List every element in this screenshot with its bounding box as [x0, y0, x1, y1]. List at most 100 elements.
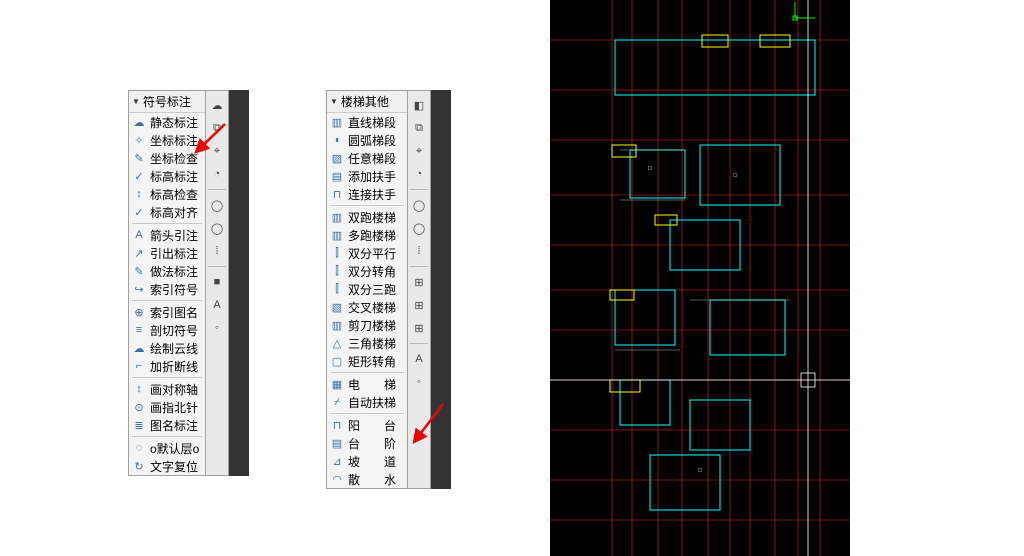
tool-item[interactable]: ↗引出标注	[129, 244, 205, 262]
tool-item[interactable]: ⫿双分转角	[327, 262, 407, 280]
tool-icon: ▤	[330, 436, 344, 450]
tool-item[interactable]: ◠散 水	[327, 470, 407, 488]
tool-label: 连接扶手	[348, 186, 396, 203]
tool-label: o默认层o	[150, 440, 199, 457]
tool-label: 交叉楼梯	[348, 299, 396, 316]
tool-item[interactable]: ✧坐标标注	[129, 131, 205, 149]
tool-item[interactable]: ≡剖切符号	[129, 321, 205, 339]
tool-item[interactable]: ▥ 双跑楼梯	[327, 208, 407, 226]
tool-item[interactable]: ▥多跑楼梯	[327, 226, 407, 244]
separator	[330, 372, 404, 373]
side-tool-button[interactable]: ⊞	[409, 318, 429, 338]
tool-label: 三角楼梯	[348, 335, 396, 352]
tool-item[interactable]: ✓ 标高对齐	[129, 203, 205, 221]
side-tool-button[interactable]: ◦	[409, 372, 429, 392]
side-tool-button[interactable]: A	[409, 349, 429, 369]
tool-label: 任意梯段	[348, 150, 396, 167]
side-tool-button[interactable]: ⁞	[409, 241, 429, 261]
tool-label: 双跑楼梯	[348, 209, 396, 226]
side-tool-button[interactable]: ⌖	[409, 141, 429, 161]
tool-item[interactable]: ↕标高检查	[129, 185, 205, 203]
tool-item[interactable]: ▤添加扶手	[327, 167, 407, 185]
tool-item[interactable]: A箭头引注	[129, 226, 205, 244]
side-tool-button[interactable]: ◯	[409, 195, 429, 215]
tool-label: 坡 道	[348, 453, 396, 470]
tool-label: 标高对齐	[150, 204, 198, 221]
tool-item[interactable]: ◌o默认层o	[129, 439, 205, 457]
cad-viewport[interactable]	[550, 0, 850, 556]
side-tool-button[interactable]: ◯	[207, 218, 227, 238]
tool-item[interactable]: ◖圆弧梯段	[327, 131, 407, 149]
tool-item[interactable]: ▥直线梯段	[327, 113, 407, 131]
side-tool-button[interactable]: A	[207, 295, 227, 315]
tool-label: 画指北针	[150, 399, 198, 416]
tool-label: 剪刀楼梯	[348, 317, 396, 334]
toolbar-header[interactable]: ▼ 楼梯其他	[327, 91, 407, 113]
tool-icon: ⫿	[330, 246, 344, 260]
tool-icon: ▤	[330, 169, 344, 183]
separator	[132, 377, 202, 378]
symbol-annotation-toolbar: ▼ 符号标注 ☁静态标注✧坐标标注✎坐标检查✓标高标注↕标高检查✓标高对齐A箭头…	[128, 90, 206, 476]
tool-item[interactable]: ✎做法标注	[129, 262, 205, 280]
tool-item[interactable]: ✓标高标注	[129, 167, 205, 185]
toolbar-title: 符号标注	[143, 93, 191, 110]
tool-item[interactable]: ▧交叉楼梯	[327, 298, 407, 316]
side-tool-button[interactable]: ☁	[207, 95, 227, 115]
tool-item[interactable]: ⊓连接扶手	[327, 185, 407, 203]
tool-item[interactable]: ↕画对称轴	[129, 380, 205, 398]
side-toolbar-1: ☁ ⧉ ⌖ ◔ ◯ ◯ ⁞ ■ A ◦	[206, 90, 229, 476]
side-tool-button[interactable]: ⁞	[207, 241, 227, 261]
separator	[330, 205, 404, 206]
toolbar-header[interactable]: ▼ 符号标注	[129, 91, 205, 113]
tool-icon: ▥	[330, 210, 344, 224]
side-tool-button[interactable]: ⧉	[207, 118, 227, 138]
tool-item[interactable]: △三角楼梯	[327, 334, 407, 352]
tool-item[interactable]: ▤ 台 阶	[327, 434, 407, 452]
side-tool-button[interactable]: ⌖	[207, 141, 227, 161]
side-tool-button[interactable]: ◧	[409, 95, 429, 115]
tool-label: 双分三跑	[348, 281, 396, 298]
tool-icon: ☁	[132, 341, 146, 355]
side-tool-button[interactable]: ⧉	[409, 118, 429, 138]
tool-item[interactable]: ↪索引符号	[129, 280, 205, 298]
tool-item[interactable]: ⌿自动扶梯	[327, 393, 407, 411]
tool-item[interactable]: ▨ 任意梯段	[327, 149, 407, 167]
separator	[410, 189, 428, 190]
tool-item[interactable]: ✎坐标检查	[129, 149, 205, 167]
tool-item[interactable]: ☁静态标注	[129, 113, 205, 131]
tool-item[interactable]: ▥剪刀楼梯	[327, 316, 407, 334]
tool-icon: ▥	[330, 228, 344, 242]
tool-icon: ✓	[132, 205, 146, 219]
tool-icon: ⌐	[132, 359, 146, 373]
side-tool-button[interactable]: ■	[207, 272, 227, 292]
tool-label: 文字复位	[150, 458, 198, 475]
tool-item[interactable]: ⊿ 坡 道	[327, 452, 407, 470]
tool-label: 画对称轴	[150, 381, 198, 398]
tool-item[interactable]: ⫿ 双分三跑	[327, 280, 407, 298]
tool-icon: ⊿	[330, 454, 344, 468]
tool-label: 台 阶	[348, 435, 396, 452]
tool-label: 静态标注	[150, 114, 198, 131]
tool-icon: ≡	[132, 323, 146, 337]
tool-item[interactable]: ▢矩形转角	[327, 352, 407, 370]
tool-item[interactable]: ⫿ 双分平行	[327, 244, 407, 262]
tool-item[interactable]: ⊓阳 台	[327, 416, 407, 434]
side-tool-button[interactable]: ◔	[207, 164, 227, 184]
side-tool-button[interactable]: ◯	[207, 195, 227, 215]
side-tool-button[interactable]: ◔	[409, 164, 429, 184]
tool-icon: ◠	[330, 472, 344, 486]
side-tool-button[interactable]: ◯	[409, 218, 429, 238]
tool-item[interactable]: ↻文字复位	[129, 457, 205, 475]
tool-icon: ▨	[330, 151, 344, 165]
tool-item[interactable]: ☁绘制云线	[129, 339, 205, 357]
tool-item[interactable]: ≣图名标注	[129, 416, 205, 434]
side-tool-button[interactable]: ⊞	[409, 272, 429, 292]
tool-label: 双分平行	[348, 245, 396, 262]
tool-item[interactable]: ⌐加折断线	[129, 357, 205, 375]
side-tool-button[interactable]: ◦	[207, 318, 227, 338]
tool-icon: ⫿	[330, 282, 344, 296]
tool-item[interactable]: ▦电 梯	[327, 375, 407, 393]
side-tool-button[interactable]: ⊞	[409, 295, 429, 315]
tool-item[interactable]: ⊙画指北针	[129, 398, 205, 416]
tool-item[interactable]: ⊕索引图名	[129, 303, 205, 321]
